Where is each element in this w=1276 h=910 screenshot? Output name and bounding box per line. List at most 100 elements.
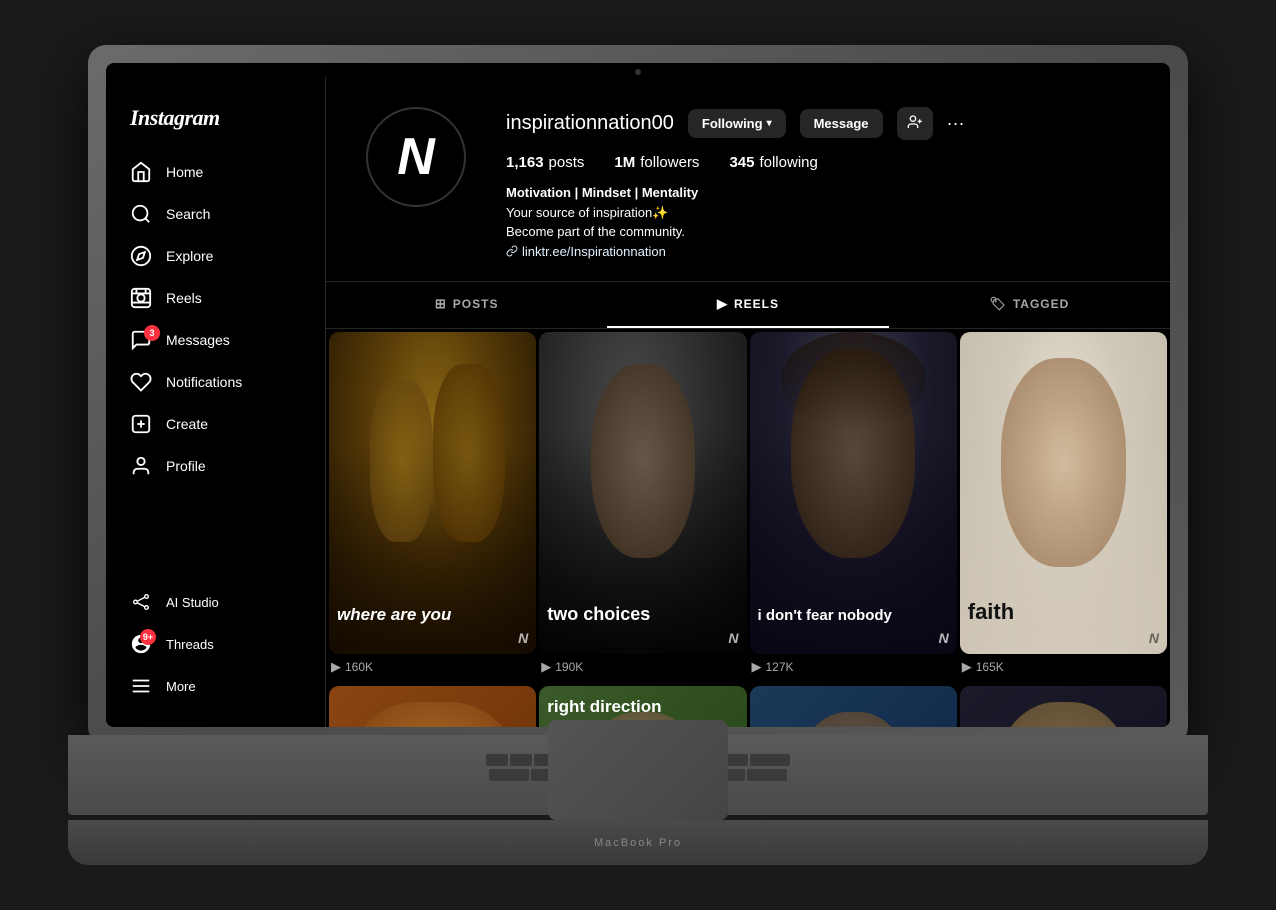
sidebar-item-notifications[interactable]: Notifications: [118, 361, 313, 403]
explore-icon: [130, 245, 152, 267]
reel-2-views: 190K: [555, 660, 583, 674]
sidebar-item-reels[interactable]: Reels: [118, 277, 313, 319]
trackpad[interactable]: [548, 720, 728, 820]
reel-2-count: ▶ 190K: [539, 654, 746, 683]
reel-item-3[interactable]: i don't fear nobody N ▶ 127K: [750, 332, 957, 683]
camera-dot: [635, 69, 641, 75]
screen-bezel: Instagram Home: [106, 63, 1170, 727]
chevron-down-icon: ▾: [767, 118, 772, 129]
posts-count: 1,163: [506, 154, 544, 171]
main-content: N inspirationnation00 Following ▾ Messag…: [326, 77, 1170, 727]
add-friend-button[interactable]: [897, 107, 933, 140]
macbook-label: MacBook Pro: [594, 837, 682, 849]
bio-line1: Motivation | Mindset | Mentality: [506, 183, 1130, 203]
reel-logo-2: N: [728, 630, 738, 646]
sidebar-item-label-profile: Profile: [166, 458, 206, 474]
reels-icon: [130, 287, 152, 309]
tab-reels[interactable]: ▶ REELS: [607, 282, 888, 328]
bio-line3: Become part of the community.: [506, 222, 1130, 242]
sidebar-item-label-create: Create: [166, 416, 208, 432]
play-icon: ▶: [541, 659, 551, 675]
bio-line2: Your source of inspiration✨: [506, 203, 1130, 223]
sidebar-item-profile[interactable]: Profile: [118, 445, 313, 487]
play-icon: ▶: [962, 659, 972, 675]
reel-1-count: ▶ 160K: [329, 654, 536, 683]
reel-6-overlay: right direction: [547, 698, 738, 717]
laptop-base: MacBook Pro: [68, 735, 1208, 865]
reel-item-1[interactable]: where are you N ▶ 160K: [329, 332, 536, 683]
stat-following: 345 following: [729, 154, 817, 171]
key: [726, 754, 748, 766]
sidebar-item-ai-studio[interactable]: AI Studio: [118, 581, 313, 623]
profile-icon: [130, 455, 152, 477]
sidebar-item-label-notifications: Notifications: [166, 374, 242, 390]
following-count: 345: [729, 154, 754, 171]
key: [747, 769, 787, 781]
sidebar: Instagram Home: [106, 77, 326, 727]
more-options-button[interactable]: ···: [947, 113, 965, 134]
reel-3-views: 127K: [766, 660, 794, 674]
reel-1-overlay: where are you: [337, 606, 528, 625]
sidebar-item-label-more: More: [166, 679, 196, 694]
sidebar-item-create[interactable]: Create: [118, 403, 313, 445]
sidebar-item-label-ai-studio: AI Studio: [166, 595, 219, 610]
threads-badge: 9+: [140, 629, 156, 645]
key: [510, 754, 532, 766]
sidebar-item-label-search: Search: [166, 206, 210, 222]
profile-link[interactable]: linktr.ee/Inspirationnation: [506, 242, 1130, 262]
reel-item-5[interactable]: LAKERS go after your dreams ▶: [329, 686, 536, 727]
message-button[interactable]: Message: [800, 109, 883, 138]
posts-label: posts: [549, 154, 585, 171]
profile-avatar: N: [366, 107, 466, 207]
sidebar-item-label-reels: Reels: [166, 290, 202, 306]
reel-3-overlay: i don't fear nobody: [758, 608, 949, 625]
reel-item-2[interactable]: two choices N ▶ 190K: [539, 332, 746, 683]
messages-badge: 3: [144, 325, 160, 341]
play-icon: ▶: [331, 659, 341, 675]
sidebar-bottom: AI Studio 9+ Threads: [118, 581, 313, 707]
key: [489, 769, 529, 781]
key: [750, 754, 790, 766]
reels-tab-icon: ▶: [717, 296, 728, 312]
stat-posts: 1,163 posts: [506, 154, 584, 171]
home-icon: [130, 161, 152, 183]
tagged-tab-icon: 🏷: [989, 296, 1007, 312]
profile-username: inspirationnation00: [506, 112, 674, 135]
avatar-letter: N: [397, 131, 435, 183]
tab-posts[interactable]: ⊞ POSTS: [326, 282, 607, 328]
reel-item-4[interactable]: faith N ▶ 165K: [960, 332, 1167, 683]
sidebar-item-more[interactable]: More: [118, 665, 313, 707]
key: [486, 754, 508, 766]
posts-tab-icon: ⊞: [435, 296, 447, 312]
reels-grid-row-2: LAKERS go after your dreams ▶: [326, 686, 1170, 727]
sidebar-item-label-explore: Explore: [166, 248, 213, 264]
play-icon: ▶: [752, 659, 762, 675]
laptop-body: Instagram Home: [88, 45, 1188, 745]
reels-grid-row-1: where are you N ▶ 160K: [326, 332, 1170, 683]
profile-tabs: ⊞ POSTS ▶ REELS 🏷 TAGGED: [326, 281, 1170, 329]
reel-logo-1: N: [518, 630, 528, 646]
sidebar-item-home[interactable]: Home: [118, 151, 313, 193]
reel-item-8[interactable]: greatness ▶: [960, 686, 1167, 727]
sidebar-item-label-home: Home: [166, 164, 203, 180]
notifications-icon: [130, 371, 152, 393]
tab-tagged[interactable]: 🏷 TAGGED: [889, 282, 1170, 328]
ai-studio-icon: [130, 591, 152, 613]
reel-logo-4: N: [1149, 630, 1159, 646]
laptop-foot: MacBook Pro: [68, 820, 1208, 865]
search-icon: [130, 203, 152, 225]
sidebar-item-messages[interactable]: 3 Messages: [118, 319, 313, 361]
sidebar-item-search[interactable]: Search: [118, 193, 313, 235]
reel-item-7[interactable]: see you ▶: [750, 686, 957, 727]
following-label: following: [759, 154, 817, 171]
sidebar-item-threads[interactable]: 9+ Threads: [118, 623, 313, 665]
followers-count: 1M: [614, 154, 635, 171]
reel-4-overlay: faith: [968, 600, 1159, 624]
profile-bio: Motivation | Mindset | Mentality Your so…: [506, 183, 1130, 261]
profile-header: N inspirationnation00 Following ▾ Messag…: [326, 77, 1170, 281]
create-icon: [130, 413, 152, 435]
following-button[interactable]: Following ▾: [688, 109, 786, 138]
sidebar-item-explore[interactable]: Explore: [118, 235, 313, 277]
laptop-wrapper: Instagram Home: [88, 45, 1188, 865]
sidebar-item-label-threads: Threads: [166, 637, 214, 652]
